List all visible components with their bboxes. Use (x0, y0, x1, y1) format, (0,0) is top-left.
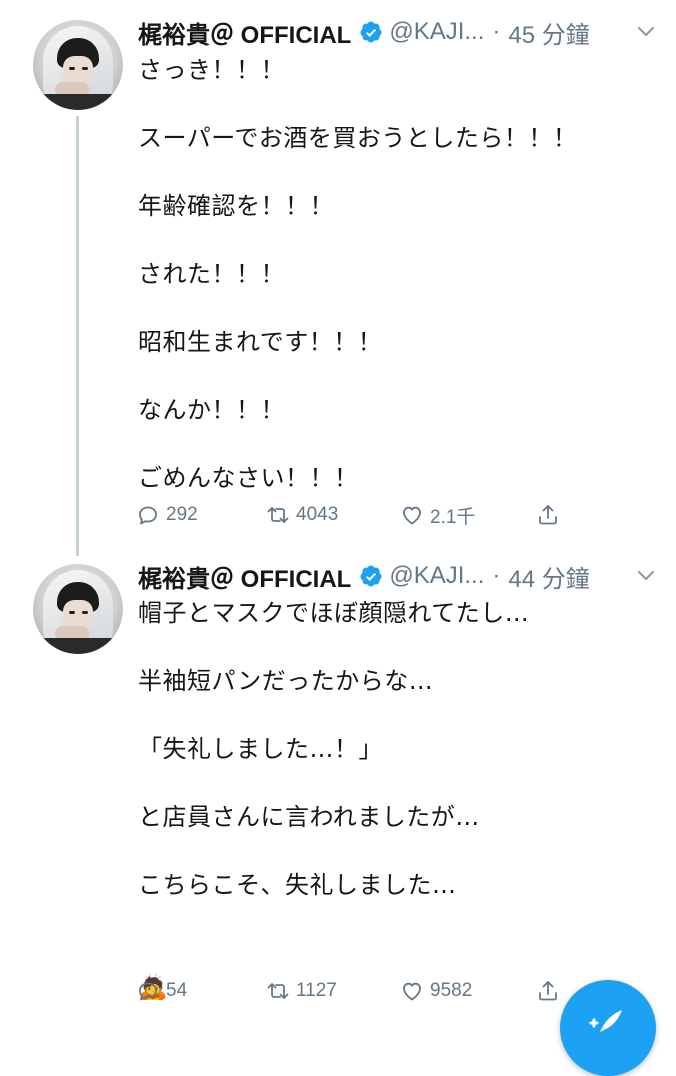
tweet-timestamp[interactable]: 44 分鐘 (508, 559, 589, 594)
tweet-text-line: さっき！！！ (138, 56, 285, 84)
tweet-text-line: された！！！ (138, 260, 285, 288)
reply-icon (139, 506, 157, 525)
like-count: 9582 (430, 980, 473, 1001)
heart-icon (403, 982, 421, 1001)
retweet-icon (267, 507, 289, 523)
tweet-text-line (138, 359, 658, 393)
tweet-text-line (138, 87, 658, 121)
tweet-actions: 292 4043 2.1千 (136, 500, 576, 530)
separator-dot: · (492, 18, 501, 45)
retweet-icon (267, 983, 289, 999)
tweet-text-line (138, 427, 658, 461)
separator-dot: · (492, 562, 501, 589)
tweet-text-line: 「失礼しました…！」 (138, 735, 383, 763)
retweet-count: 4043 (296, 504, 339, 525)
tweet-text-line (138, 834, 658, 868)
chevron-down-icon[interactable] (634, 20, 658, 44)
author-avatar[interactable] (33, 20, 123, 110)
tweet-text-line: 昭和生まれです！！！ (138, 328, 383, 356)
author-handle[interactable]: @KAJI... (389, 18, 484, 46)
like-button[interactable]: 2.1千 (400, 500, 475, 530)
tweet-text: 帽子とマスクでほぼ顔隠れてたし… 半袖短パンだったからな… 「失礼しました…！」… (138, 596, 658, 1004)
tweet-text-line: 半袖短パンだったからな… (138, 667, 434, 695)
chevron-down-icon[interactable] (634, 564, 658, 588)
tweet-text-line (138, 936, 658, 970)
compose-tweet-icon (589, 1010, 622, 1032)
tweet-text-line: こちらこそ、失礼しました… (138, 871, 457, 899)
tweet-text-line: と店員さんに言われましたが… (138, 803, 480, 831)
author-handle[interactable]: @KAJI... (389, 562, 484, 590)
tweet-actions: 54 1127 9582 (136, 976, 576, 1006)
like-button[interactable]: 9582 (400, 976, 472, 1006)
author-name[interactable]: 梶裕貴＠ OFFICIAL (138, 15, 351, 50)
tweet-text-line: ごめんなさい！！！ (138, 464, 359, 492)
tweet-2[interactable]: 梶裕貴＠ OFFICIAL @KAJI... · 44 分鐘 帽子とマスクでほぼ… (0, 556, 676, 1024)
author-avatar[interactable] (33, 564, 123, 654)
reply-button[interactable]: 54 (136, 976, 187, 1006)
reply-icon (139, 982, 157, 1001)
like-count: 2.1千 (430, 506, 476, 528)
verified-badge-icon (360, 565, 382, 587)
share-button[interactable] (536, 500, 560, 530)
tweet-text: さっき！！！ スーパーでお酒を買おうとしたら！！！ 年齢確認を！！！ された！！… (138, 53, 658, 495)
share-icon (539, 505, 557, 525)
tweet-text-line: スーパーでお酒を買おうとしたら！！！ (138, 124, 578, 152)
tweet-text-line (138, 902, 658, 936)
reply-count: 292 (166, 504, 198, 525)
tweet-text-line (138, 223, 658, 257)
author-name[interactable]: 梶裕貴＠ OFFICIAL (138, 559, 351, 594)
tweet-1[interactable]: 梶裕貴＠ OFFICIAL @KAJI... · 45 分鐘 さっき！！！ スー… (0, 0, 676, 550)
tweet-text-line (138, 155, 658, 189)
retweet-count: 1127 (296, 980, 337, 1001)
retweet-button[interactable]: 4043 (266, 500, 338, 530)
share-button[interactable] (536, 976, 560, 1006)
verified-badge-icon (360, 21, 382, 43)
share-icon (539, 981, 557, 1001)
tweet-header: 梶裕貴＠ OFFICIAL @KAJI... · 44 分鐘 (138, 559, 658, 594)
tweet-text-line (138, 698, 658, 732)
tweet-text-line (138, 291, 658, 325)
tweet-text-line (138, 766, 658, 800)
reply-count: 54 (166, 980, 188, 1001)
tweet-text-line: なんか！！！ (138, 396, 285, 424)
tweet-text-line: 年齢確認を！！！ (138, 192, 334, 220)
tweet-timestamp[interactable]: 45 分鐘 (508, 15, 589, 50)
compose-tweet-button[interactable] (560, 980, 656, 1076)
tweet-text-line: 帽子とマスクでほぼ顔隠れてたし… (138, 599, 530, 627)
retweet-button[interactable]: 1127 (266, 976, 337, 1006)
tweet-text-line (138, 630, 658, 664)
tweet-header: 梶裕貴＠ OFFICIAL @KAJI... · 45 分鐘 (138, 15, 658, 50)
reply-button[interactable]: 292 (136, 500, 198, 530)
heart-icon (403, 506, 421, 525)
